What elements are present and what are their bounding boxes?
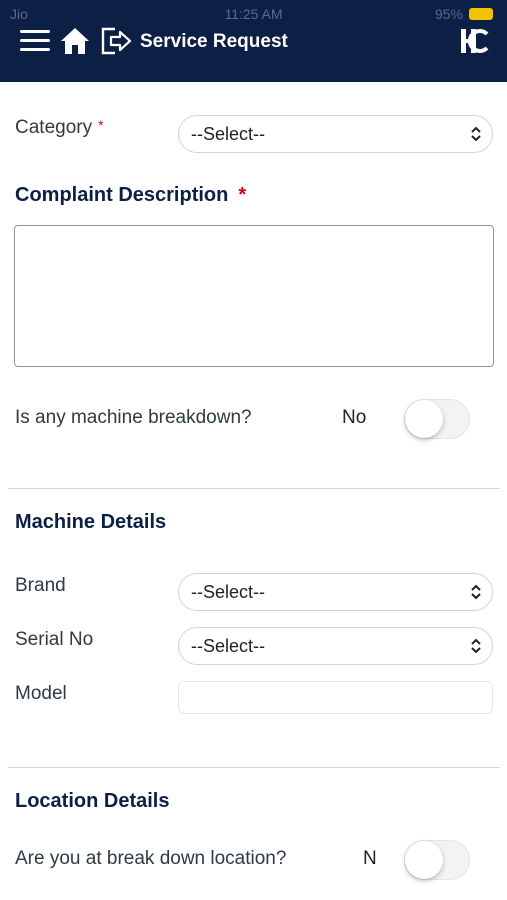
model-label: Model xyxy=(15,683,67,704)
app-header: Jio 11:25 AM 95% Service Request xyxy=(0,0,507,82)
brand-select[interactable]: --Select-- xyxy=(178,573,493,611)
breakdown-value: No xyxy=(342,407,367,428)
complaint-textarea[interactable] xyxy=(14,225,494,367)
model-input[interactable] xyxy=(178,681,493,714)
required-mark: * xyxy=(98,117,104,133)
complaint-title-text: Complaint Description xyxy=(15,184,229,206)
page-title: Service Request xyxy=(140,31,288,52)
breakdown-question: Is any machine breakdown? xyxy=(15,407,252,428)
brand-select-value: --Select-- xyxy=(191,582,266,602)
toggle-knob xyxy=(405,400,443,438)
battery-icon xyxy=(469,8,493,20)
divider xyxy=(8,767,500,768)
status-time: 11:25 AM xyxy=(224,6,283,22)
location-details-title: Location Details xyxy=(15,790,170,812)
home-icon[interactable] xyxy=(59,25,91,57)
logout-icon[interactable] xyxy=(100,26,132,56)
serial-select-value: --Select-- xyxy=(191,636,266,656)
location-question: Are you at break down location? xyxy=(15,848,287,869)
serial-select[interactable]: --Select-- xyxy=(178,627,493,665)
category-select-value: --Select-- xyxy=(191,124,266,144)
category-label-text: Category xyxy=(15,117,93,138)
category-select[interactable]: --Select-- xyxy=(178,115,493,153)
nav-bar: Service Request xyxy=(0,22,507,62)
required-mark-complaint: * xyxy=(238,184,247,206)
status-right: 95% xyxy=(435,6,493,22)
chevron-updown-icon xyxy=(471,584,481,600)
menu-icon[interactable] xyxy=(20,30,50,52)
battery-text: 95% xyxy=(434,6,463,22)
location-value: N xyxy=(363,848,377,869)
brand-label: Brand xyxy=(15,575,66,596)
machine-details-title: Machine Details xyxy=(15,511,167,533)
complaint-title: Complaint Description * xyxy=(15,184,246,207)
toggle-knob xyxy=(405,841,443,879)
chevron-updown-icon xyxy=(471,638,481,654)
chevron-updown-icon xyxy=(471,126,481,142)
category-label: Category * xyxy=(15,117,104,139)
divider xyxy=(8,488,500,489)
app-logo xyxy=(461,29,489,53)
location-toggle[interactable] xyxy=(404,840,470,880)
breakdown-toggle[interactable] xyxy=(404,399,470,439)
serial-label: Serial No xyxy=(15,629,94,650)
